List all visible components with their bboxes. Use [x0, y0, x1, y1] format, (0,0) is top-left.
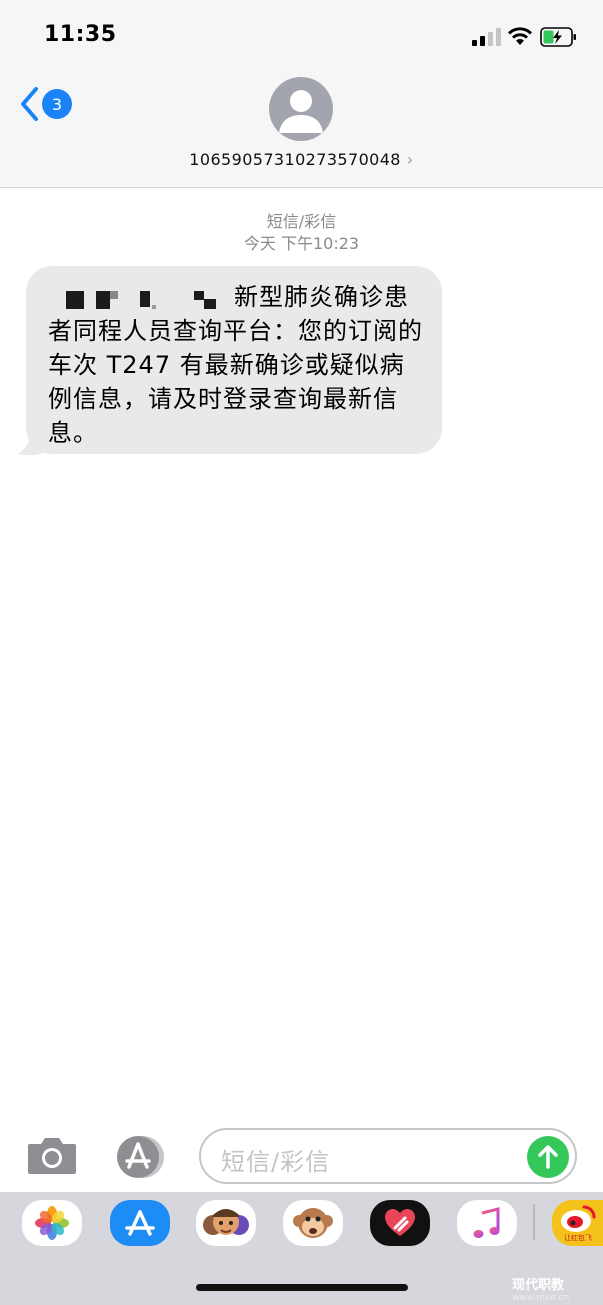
app-store-app-button[interactable]: [110, 1200, 170, 1246]
unread-count-badge: 3: [42, 89, 72, 119]
conversation-header: 11:35 3 10659057310273570048 ›: [0, 0, 603, 188]
message-input[interactable]: 短信/彩信: [199, 1128, 577, 1184]
redacted-sender-block: [48, 285, 228, 311]
site-watermark: 现代职教 www.mve.cn: [512, 1274, 569, 1303]
digital-touch-app-button[interactable]: [370, 1200, 430, 1246]
music-icon: [473, 1207, 500, 1238]
animoji-app-button[interactable]: [283, 1200, 343, 1246]
message-service-label: 短信/彩信: [266, 212, 337, 231]
chevron-right-icon: ›: [406, 150, 414, 169]
camera-icon[interactable]: [26, 1134, 78, 1176]
photos-app-button[interactable]: [22, 1200, 82, 1246]
back-button[interactable]: 3: [18, 86, 78, 122]
message-timestamp: 今天 下午10:23: [243, 234, 360, 253]
wifi-icon: [508, 27, 532, 45]
incoming-message-bubble[interactable]: 新型肺炎确诊患者同程人员查询平台：您的订阅的车次 T247 有最新确诊或疑似病例…: [26, 266, 442, 454]
message-input-placeholder: 短信/彩信: [221, 1148, 331, 1176]
drawer-divider: [533, 1204, 535, 1240]
person-silhouette-icon: [279, 90, 323, 133]
battery-charging-icon: [540, 27, 576, 47]
weibo-app-button[interactable]: 让红包飞: [552, 1200, 603, 1246]
chevron-left-icon: [21, 87, 38, 121]
digital-touch-icon: [385, 1209, 415, 1236]
imessage-app-drawer: 让红包飞 现代职教 www.mve.cn: [0, 1192, 603, 1305]
home-indicator[interactable]: [196, 1284, 408, 1291]
contact-avatar[interactable]: [269, 77, 333, 141]
send-button[interactable]: [527, 1136, 569, 1178]
weibo-icon: 让红包飞: [561, 1205, 596, 1242]
watermark-url: www.mve.cn: [512, 1293, 570, 1303]
photos-icon: [35, 1206, 69, 1240]
music-app-button[interactable]: [457, 1200, 517, 1246]
message-body: 新型肺炎确诊患者同程人员查询平台：您的订阅的车次 T247 有最新确诊或疑似病例…: [48, 280, 424, 450]
animoji-monkey-icon: [293, 1208, 333, 1238]
cellular-signal-icon: [472, 28, 501, 46]
contact-name-button[interactable]: 10659057310273570048 ›: [0, 150, 603, 169]
memoji-app-button[interactable]: [196, 1200, 256, 1246]
weibo-label: 让红包飞: [564, 1233, 592, 1242]
watermark-title: 现代职教: [512, 1278, 565, 1293]
status-time: 11:35: [44, 22, 117, 47]
app-store-icon: [125, 1210, 155, 1236]
memoji-icon: [203, 1209, 249, 1235]
contact-number: 10659057310273570048: [189, 150, 401, 169]
compose-bar: 短信/彩信: [0, 1120, 603, 1192]
arrow-up-icon: [538, 1145, 558, 1169]
app-store-icon[interactable]: [112, 1134, 170, 1180]
